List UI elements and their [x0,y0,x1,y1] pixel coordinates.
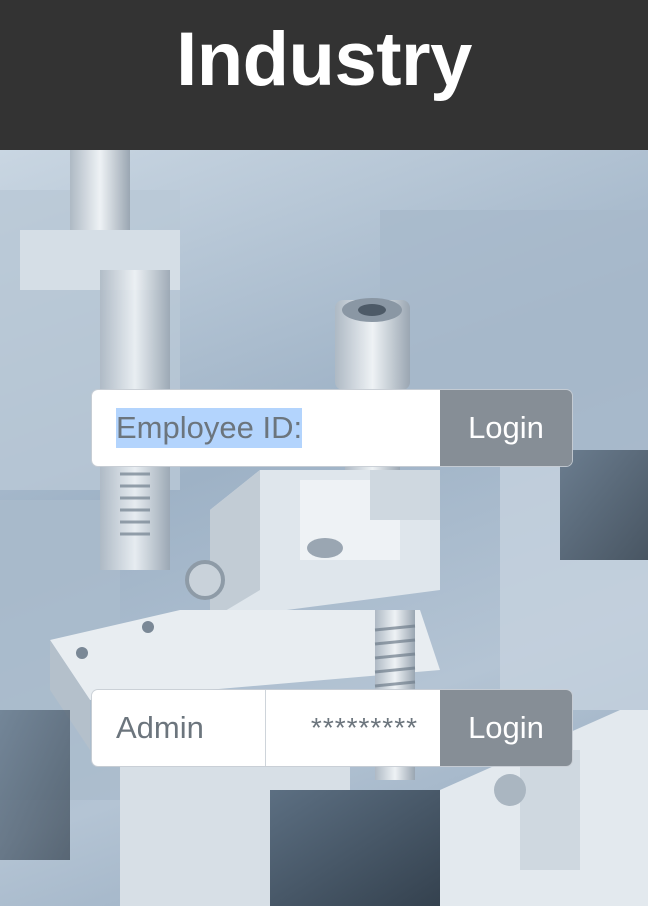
admin-login-button[interactable]: Login [440,690,572,766]
employee-id-text: Employee ID: [116,408,303,448]
background-machinery-image [0,150,648,906]
admin-username-input[interactable]: Admin [92,690,266,766]
admin-password-input[interactable]: ********* [266,690,440,766]
machinery-illustration [0,150,648,906]
page-title: Industry [176,16,472,102]
login-page: Industry Employee ID: Login Admin ******… [0,0,648,906]
app-header: Industry [0,0,648,150]
employee-login-button[interactable]: Login [440,390,572,466]
admin-login-group: Admin ********* Login [92,690,572,766]
employee-login-group: Employee ID: Login [92,390,572,466]
employee-id-input[interactable]: Employee ID: [92,390,440,466]
